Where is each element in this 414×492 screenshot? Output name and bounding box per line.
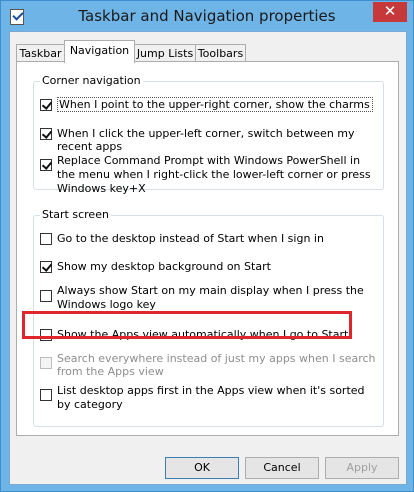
option-go-to-desktop-row[interactable]: Go to the desktop instead of Start when … [40, 232, 379, 247]
powershell-label: Replace Command Prompt with Windows Powe… [57, 154, 371, 195]
recent-apps-checkbox[interactable] [40, 128, 52, 140]
window-title: Taskbar and Navigation properties [78, 7, 336, 25]
option-main-display-row[interactable]: Always show Start on my main display whe… [40, 284, 379, 312]
option-recent-apps-row[interactable]: When I click the upper-left corner, swit… [40, 127, 379, 153]
navigation-panel: Corner navigation When I point to the up… [16, 61, 399, 436]
option-charms-row[interactable]: When I point to the upper-right corner, … [40, 97, 379, 113]
go-to-desktop-label: Go to the desktop instead of Start when … [57, 232, 324, 245]
dialog-window: Taskbar and Navigation properties ✕ Task… [0, 0, 414, 492]
search-everywhere-label: Search everywhere instead of just my app… [57, 352, 376, 378]
search-everywhere-checkbox [40, 357, 52, 369]
option-search-everywhere-row: Search everywhere instead of just my app… [40, 352, 379, 380]
option-powershell-row[interactable]: Replace Command Prompt with Windows Powe… [40, 154, 379, 195]
dialog-content: Taskbar Navigation Jump Lists Toolbars C… [9, 31, 407, 485]
corner-navigation-title: Corner navigation [40, 74, 143, 87]
corner-navigation-group: Corner navigation When I point to the up… [33, 74, 384, 195]
tab-toolbars[interactable]: Toolbars [195, 44, 246, 62]
desktop-background-label: Show my desktop background on Start [57, 260, 271, 273]
ok-button[interactable]: OK [165, 457, 239, 479]
tab-taskbar[interactable]: Taskbar [16, 44, 65, 62]
charms-checkbox[interactable] [40, 99, 52, 111]
go-to-desktop-checkbox[interactable] [40, 233, 52, 245]
desktop-background-checkbox[interactable] [40, 261, 52, 273]
tab-navigation[interactable]: Navigation [64, 40, 135, 63]
powershell-checkbox[interactable] [40, 159, 52, 171]
option-desktop-background-row[interactable]: Show my desktop background on Start [40, 260, 379, 275]
desktop-apps-first-checkbox[interactable] [40, 389, 52, 401]
desktop-apps-first-label: List desktop apps first in the Apps view… [57, 384, 365, 411]
title-bar[interactable]: Taskbar and Navigation properties ✕ [1, 1, 413, 33]
apply-button[interactable]: Apply [325, 457, 399, 479]
option-desktop-apps-first-row[interactable]: List desktop apps first in the Apps view… [40, 384, 379, 412]
highlight-annotation [22, 311, 352, 339]
tab-jump-lists[interactable]: Jump Lists [134, 44, 196, 62]
main-display-checkbox[interactable] [40, 290, 52, 302]
recent-apps-label: When I click the upper-left corner, swit… [57, 127, 355, 153]
cancel-button[interactable]: Cancel [245, 457, 319, 479]
start-screen-title: Start screen [40, 208, 111, 221]
close-button[interactable]: ✕ [373, 2, 407, 22]
main-display-label: Always show Start on my main display whe… [57, 284, 364, 311]
charms-label: When I point to the upper-right corner, … [57, 97, 373, 112]
